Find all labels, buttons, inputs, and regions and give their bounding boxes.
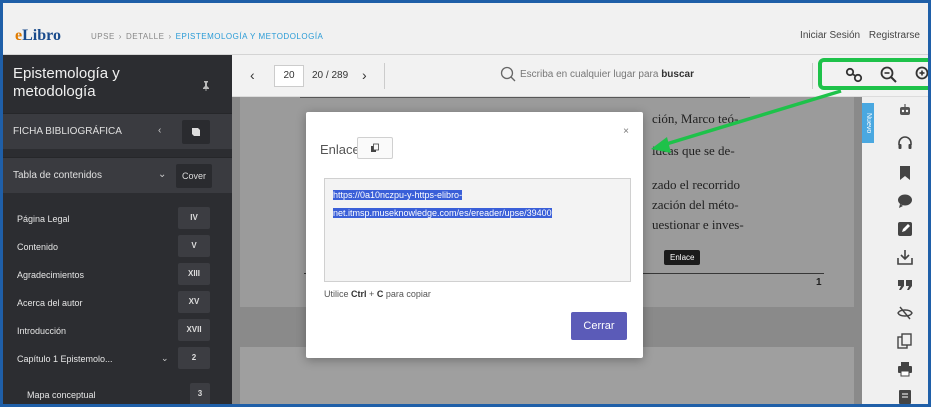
app-window: eLibro UPSE › DETALLE › EPISTEMOLOGÍA Y METO… bbox=[0, 0, 931, 407]
annotation-arrow bbox=[651, 89, 842, 153]
